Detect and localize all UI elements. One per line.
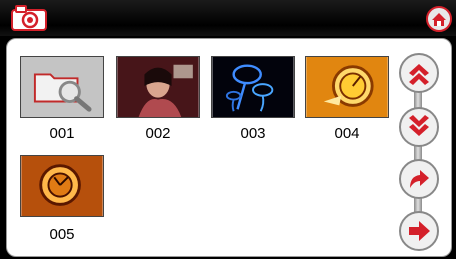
home-button[interactable] <box>426 6 452 32</box>
next-button[interactable] <box>398 210 440 252</box>
thumbnail-004[interactable] <box>305 56 389 118</box>
return-arrow-icon <box>399 159 439 199</box>
double-chevron-down-icon <box>399 107 439 147</box>
photo-thumbnail <box>212 57 294 117</box>
thumbnail-001[interactable] <box>20 56 104 118</box>
thumbnail-label: 002 <box>145 125 171 142</box>
title-bar <box>0 0 456 36</box>
back-button[interactable] <box>398 158 440 200</box>
thumbnail-002[interactable] <box>116 56 200 118</box>
photo-thumbnail <box>117 57 199 117</box>
photo-thumbnail <box>306 57 388 117</box>
camera-icon <box>11 5 47 31</box>
folder-search-icon <box>21 57 103 117</box>
thumbnail-label: 004 <box>334 125 360 142</box>
thumbnail-005[interactable] <box>20 155 104 217</box>
page-down-button[interactable] <box>398 106 440 148</box>
thumbnail-003[interactable] <box>211 56 295 118</box>
thumbnail-label: 005 <box>49 226 75 243</box>
page-up-button[interactable] <box>398 52 440 94</box>
thumbnail-label: 001 <box>49 125 75 142</box>
right-arrow-icon <box>399 211 439 251</box>
thumbnail-label: 003 <box>240 125 266 142</box>
double-chevron-up-icon <box>399 53 439 93</box>
photo-thumbnail <box>21 156 103 216</box>
